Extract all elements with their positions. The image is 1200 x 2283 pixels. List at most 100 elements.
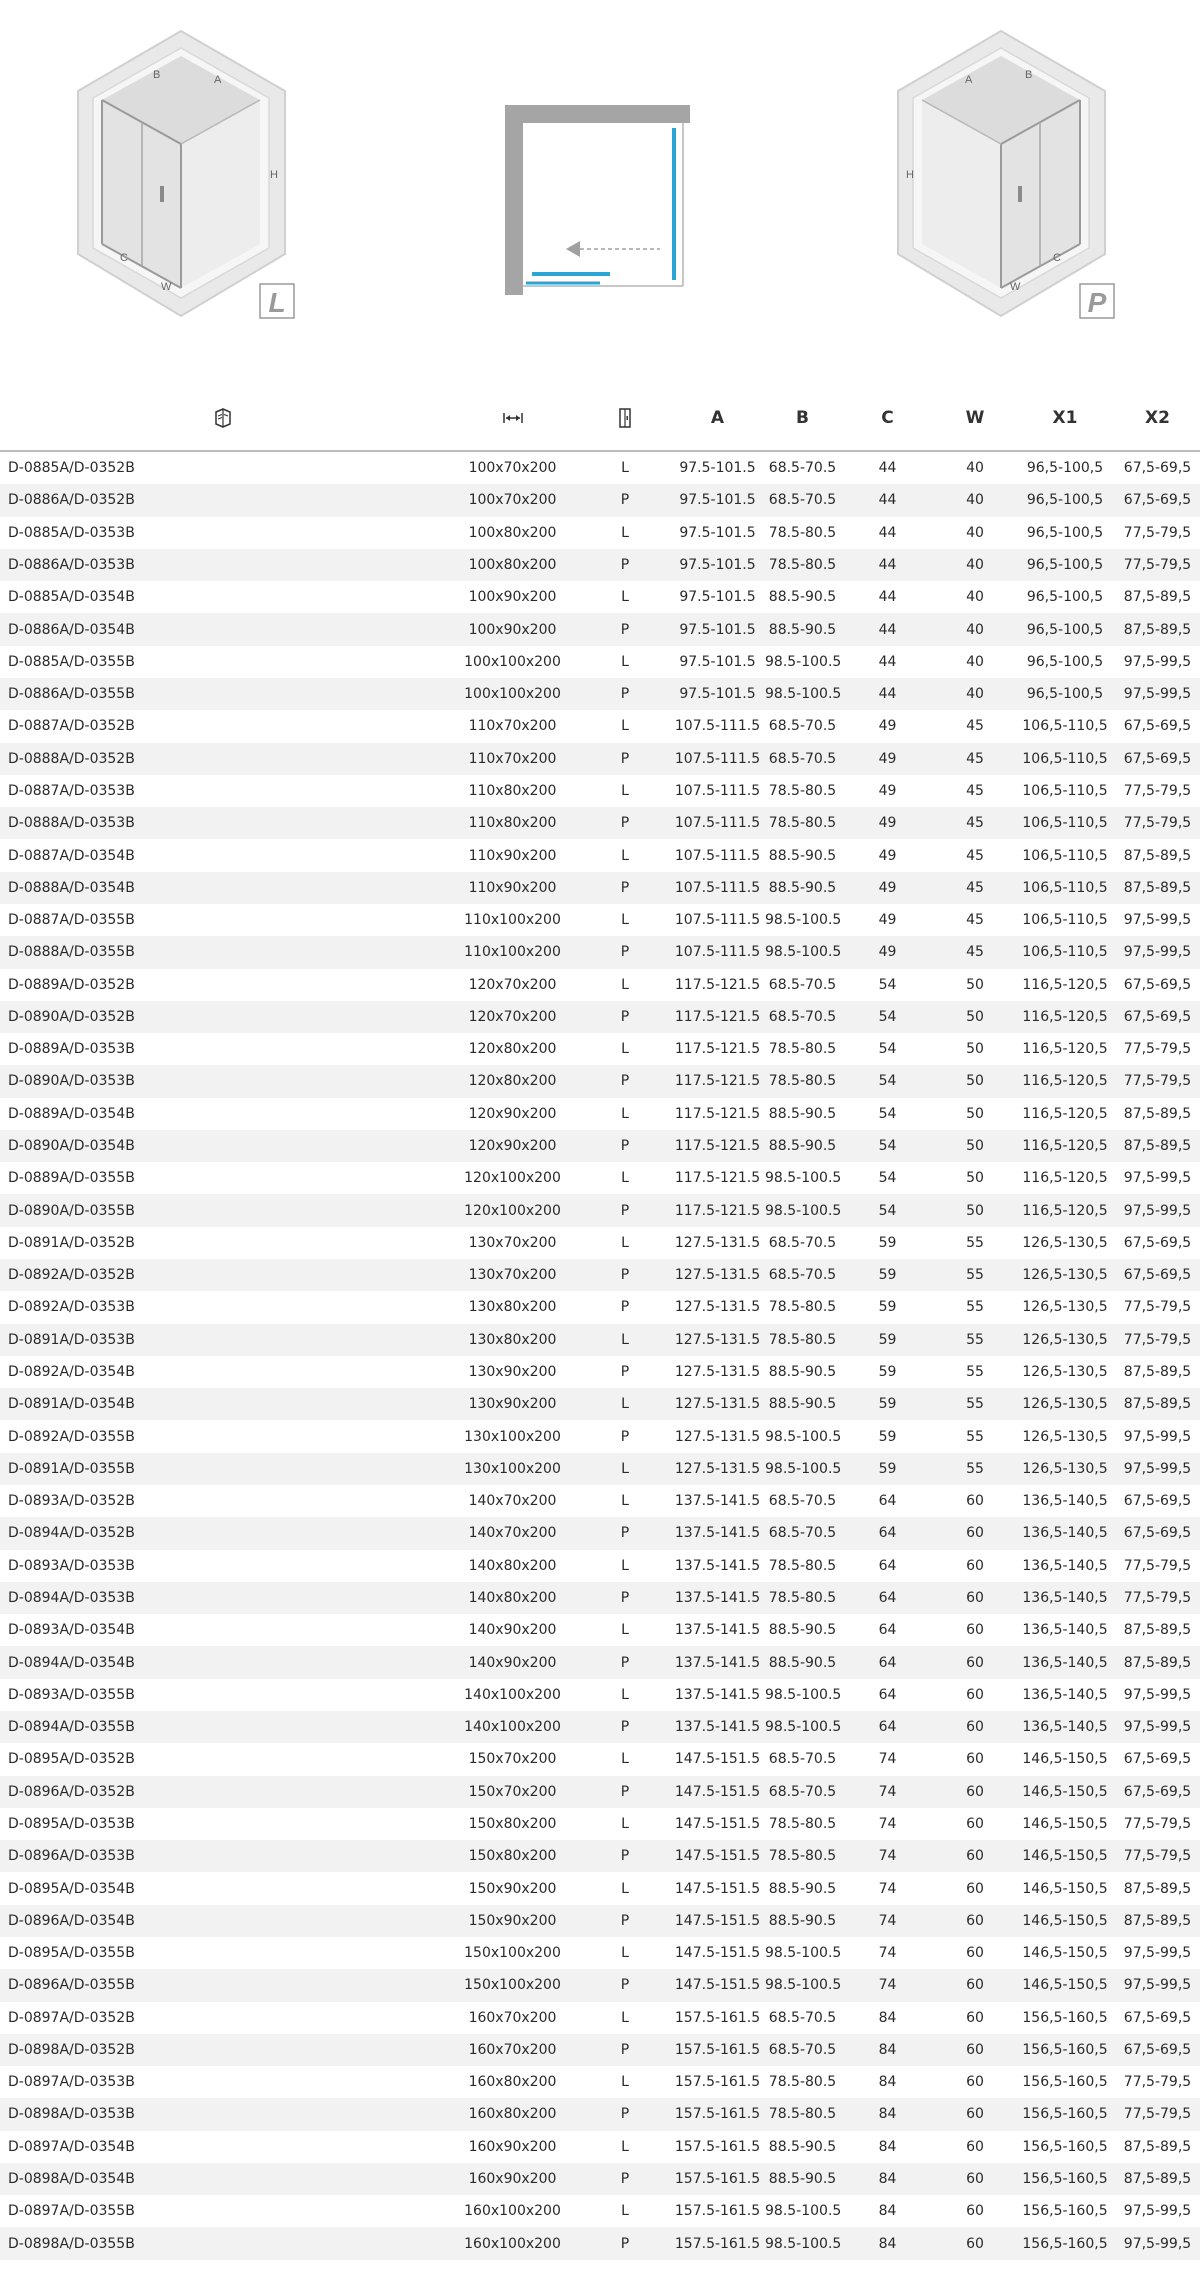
a-cell: 147.5-151.5 xyxy=(670,1969,765,2002)
a-cell: 137.5-141.5 xyxy=(674,1557,761,1574)
a-cell: 147.5-151.5 xyxy=(674,1815,761,1832)
x1-cell: 146,5-150,5 xyxy=(1015,1775,1115,1808)
width-arrows-icon xyxy=(502,413,523,423)
size-cell: 100x70x200 xyxy=(445,484,580,517)
size-cell: 100x90x200 xyxy=(468,589,557,606)
b-cell: 88.5-90.5 xyxy=(768,589,837,606)
x1-cell: 136,5-140,5 xyxy=(1022,1493,1108,1510)
b-cell: 78.5-80.5 xyxy=(765,2098,840,2131)
x2-cell: 97,5-99,5 xyxy=(1115,1710,1200,1744)
size-cell: 150x80x200 xyxy=(445,1840,580,1873)
side-cell: L xyxy=(621,1493,629,1510)
side-cell: L xyxy=(621,2138,629,2155)
b-cell: 68.5-70.5 xyxy=(765,1775,840,1808)
x2-cell: 77,5-79,5 xyxy=(1123,782,1192,799)
b-cell: 88.5-90.5 xyxy=(765,2162,840,2196)
b-cell: 98.5-100.5 xyxy=(765,1170,842,1187)
w-cell: 50 xyxy=(935,1129,1015,1163)
size-cell: 100x100x200 xyxy=(464,653,561,670)
side-cell: L xyxy=(621,782,629,799)
table-row: D-0896A/D-0353B 150x80x200 P 147.5-151.5 78.… xyxy=(0,1840,1200,1873)
x2-cell: 67,5-69,5 xyxy=(1115,1259,1200,1292)
x1-cell: 116,5-120,5 xyxy=(1015,1194,1115,1227)
x2-cell: 67,5-69,5 xyxy=(1123,1234,1192,1251)
c-cell: 59 xyxy=(840,1259,935,1292)
c-cell: 49 xyxy=(878,782,897,799)
side-cell: L xyxy=(580,1452,670,1485)
header-b: B xyxy=(765,386,840,452)
x1-cell: 136,5-140,5 xyxy=(1015,1517,1115,1550)
c-cell: 54 xyxy=(878,1170,897,1187)
x1-cell: 126,5-130,5 xyxy=(1015,1452,1115,1485)
a-cell: 107.5-111.5 xyxy=(674,912,761,929)
w-cell: 55 xyxy=(935,1323,1015,1356)
x1-cell: 96,5-100,5 xyxy=(1015,677,1115,711)
x1-cell: 136,5-140,5 xyxy=(1015,1710,1115,1744)
side-cell: P xyxy=(580,1194,670,1227)
c-cell: 84 xyxy=(840,2098,935,2131)
b-cell: 98.5-100.5 xyxy=(765,677,841,711)
x2-cell: 87,5-89,5 xyxy=(1115,871,1200,904)
size-cell: 130x80x200 xyxy=(468,1299,557,1316)
w-cell: 40 xyxy=(966,524,984,541)
x1-cell: 96,5-100,5 xyxy=(1026,653,1104,670)
x2-cell: 87,5-89,5 xyxy=(1115,1904,1200,1937)
c-cell: 44 xyxy=(840,548,935,582)
x2-cell: 67,5-69,5 xyxy=(1123,1751,1192,1768)
side-cell: P xyxy=(580,807,670,840)
a-cell: 157.5-161.5 xyxy=(670,2227,765,2260)
c-cell: 54 xyxy=(840,1194,935,1227)
side-cell: P xyxy=(580,1646,670,1679)
c-cell: 64 xyxy=(840,1646,935,1679)
x2-cell: 97,5-99,5 xyxy=(1115,1969,1200,2002)
side-cell: L xyxy=(621,2009,629,2026)
w-cell: 40 xyxy=(966,460,984,477)
b-cell: 88.5-90.5 xyxy=(768,847,837,864)
a-cell: 157.5-161.5 xyxy=(674,2009,761,2026)
x1-cell: 156,5-160,5 xyxy=(1015,2162,1115,2196)
product-code-cell: D-0890A/D-0352B xyxy=(0,1000,445,1034)
x2-cell: 87,5-89,5 xyxy=(1123,1622,1192,1639)
size-cell: 160x80x200 xyxy=(468,2074,557,2091)
b-cell: 88.5-90.5 xyxy=(765,871,840,904)
header-x2: X2 xyxy=(1115,386,1200,452)
table-row: D-0895A/D-0354B 150x90x200 L 147.5-151.5 88.… xyxy=(0,1872,1200,1904)
a-cell: 107.5-111.5 xyxy=(670,936,765,969)
b-cell: 78.5-80.5 xyxy=(765,1323,840,1356)
a-cell: 107.5-111.5 xyxy=(670,871,765,904)
x2-cell: 77,5-79,5 xyxy=(1123,1299,1192,1316)
product-code-cell: D-0889A/D-0355B xyxy=(8,1170,135,1187)
size-cell: 140x90x200 xyxy=(468,1622,557,1639)
table-row: D-0887A/D-0354B 110x90x200 L 107.5-111.5 88.… xyxy=(0,839,1200,871)
x1-cell: 146,5-150,5 xyxy=(1022,1880,1108,1897)
c-cell: 64 xyxy=(878,1686,897,1703)
table-row: D-0894A/D-0352B 140x70x200 P 137.5-141.5 68.… xyxy=(0,1517,1200,1550)
x1-cell: 116,5-120,5 xyxy=(1015,1129,1115,1163)
b-cell: 88.5-90.5 xyxy=(768,1880,837,1897)
product-code-cell: D-0895A/D-0353B xyxy=(8,1815,135,1832)
size-cell: 100x90x200 xyxy=(445,613,580,646)
x1-cell: 156,5-160,5 xyxy=(1015,2098,1115,2131)
table-row: D-0885A/D-0352B 100x70x200 L 97.5-101.5 68.5… xyxy=(0,451,1200,484)
size-cell: 130x70x200 xyxy=(468,1234,557,1251)
x1-cell: 96,5-100,5 xyxy=(1026,589,1104,606)
a-cell: 97.5-101.5 xyxy=(670,677,765,711)
x2-cell: 77,5-79,5 xyxy=(1115,807,1200,840)
x2-cell: 87,5-89,5 xyxy=(1123,1364,1192,1381)
product-code-cell: D-0893A/D-0352B xyxy=(8,1493,135,1510)
a-cell: 127.5-131.5 xyxy=(670,1388,765,1421)
x2-cell: 97,5-99,5 xyxy=(1123,653,1192,670)
table-row: D-0886A/D-0355B 100x100x200 P 97.5-101.5 98.… xyxy=(0,677,1200,711)
x1-cell: 106,5-110,5 xyxy=(1015,807,1115,840)
side-cell: P xyxy=(620,1364,630,1381)
x1-cell: 146,5-150,5 xyxy=(1015,1904,1115,1937)
side-cell: L xyxy=(580,1323,670,1356)
table-row: D-0893A/D-0353B 140x80x200 L 137.5-141.5 78.… xyxy=(0,1550,1200,1582)
size-cell: 160x100x200 xyxy=(445,2227,580,2260)
w-cell: 55 xyxy=(966,1299,984,1316)
b-cell: 98.5-100.5 xyxy=(765,1686,842,1703)
size-cell: 110x90x200 xyxy=(468,847,557,864)
product-code-cell: D-0895A/D-0355B xyxy=(8,1945,135,1962)
a-cell: 127.5-131.5 xyxy=(670,1452,765,1485)
x2-cell: 67,5-69,5 xyxy=(1123,460,1192,477)
